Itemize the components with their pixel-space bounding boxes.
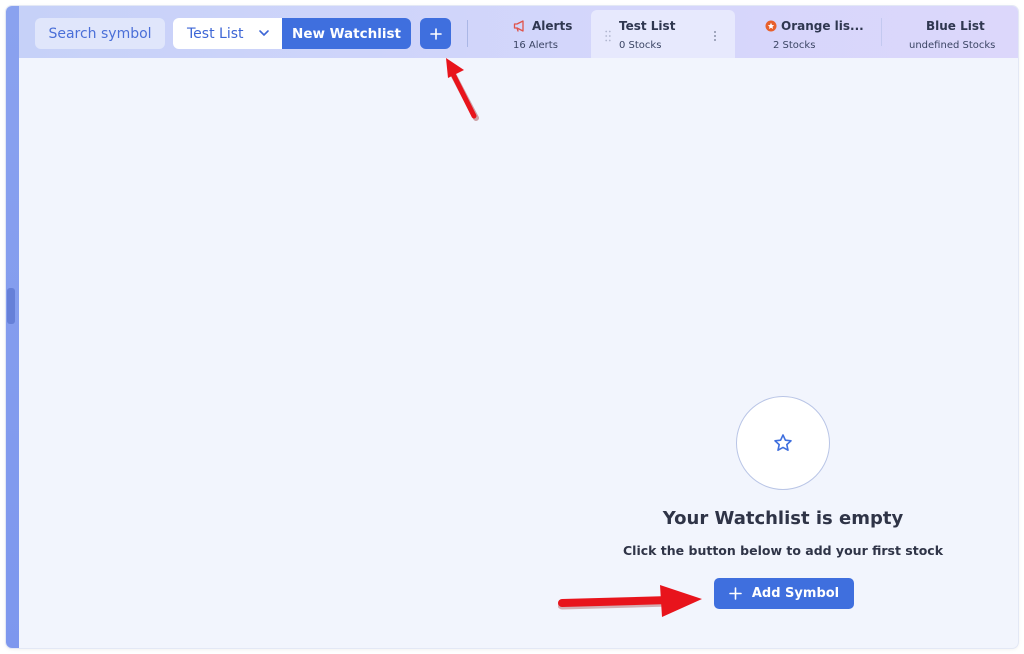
- empty-state-illustration: [736, 396, 830, 490]
- plus-icon: [429, 27, 442, 40]
- more-options-icon[interactable]: [713, 30, 717, 42]
- tab-orange-list-subtitle: 2 Stocks: [773, 40, 816, 51]
- chevron-down-icon: [259, 30, 269, 37]
- tab-blue-list[interactable]: Blue List undefined Stocks: [882, 10, 1018, 58]
- watchlist-select-value: Test List: [187, 25, 244, 42]
- tab-alerts[interactable]: Alerts 16 Alerts: [487, 10, 591, 58]
- tab-blue-list-title: Blue List: [926, 19, 985, 33]
- new-watchlist-button[interactable]: New Watchlist: [282, 18, 411, 49]
- search-symbol-input[interactable]: Search symbol: [35, 18, 165, 49]
- add-symbol-label: Add Symbol: [751, 586, 840, 601]
- watchlist-toolbar: Search symbol Test List New Watchlist Al…: [19, 6, 1018, 58]
- plus-icon: [729, 587, 742, 600]
- megaphone-icon: [513, 20, 524, 32]
- tab-test-list-subtitle: 0 Stocks: [619, 40, 662, 51]
- drag-handle-icon[interactable]: [605, 30, 611, 42]
- tab-alerts-title: Alerts: [532, 19, 573, 33]
- tab-blue-list-subtitle: undefined Stocks: [909, 40, 996, 51]
- tab-orange-list-title: Orange lis...: [781, 19, 864, 33]
- tab-orange-list[interactable]: Orange lis... 2 Stocks: [735, 10, 881, 58]
- watchlist-select[interactable]: Test List: [173, 18, 282, 49]
- add-symbol-button[interactable]: Add Symbol: [714, 578, 854, 609]
- left-rail: [6, 6, 19, 648]
- orange-dot-icon: [765, 20, 777, 32]
- star-icon: [774, 434, 792, 451]
- tab-alerts-subtitle: 16 Alerts: [513, 40, 558, 51]
- app-window: Search symbol Test List New Watchlist Al…: [6, 6, 1018, 648]
- add-watchlist-button[interactable]: [420, 18, 451, 49]
- empty-state-title: Your Watchlist is empty: [662, 508, 904, 529]
- tab-test-list-title: Test List: [619, 19, 676, 33]
- rail-collapse-handle[interactable]: [7, 288, 15, 324]
- empty-state-subtitle: Click the button below to add your first…: [622, 543, 944, 558]
- toolbar-divider: [467, 20, 468, 47]
- tab-test-list[interactable]: Test List 0 Stocks: [591, 10, 735, 58]
